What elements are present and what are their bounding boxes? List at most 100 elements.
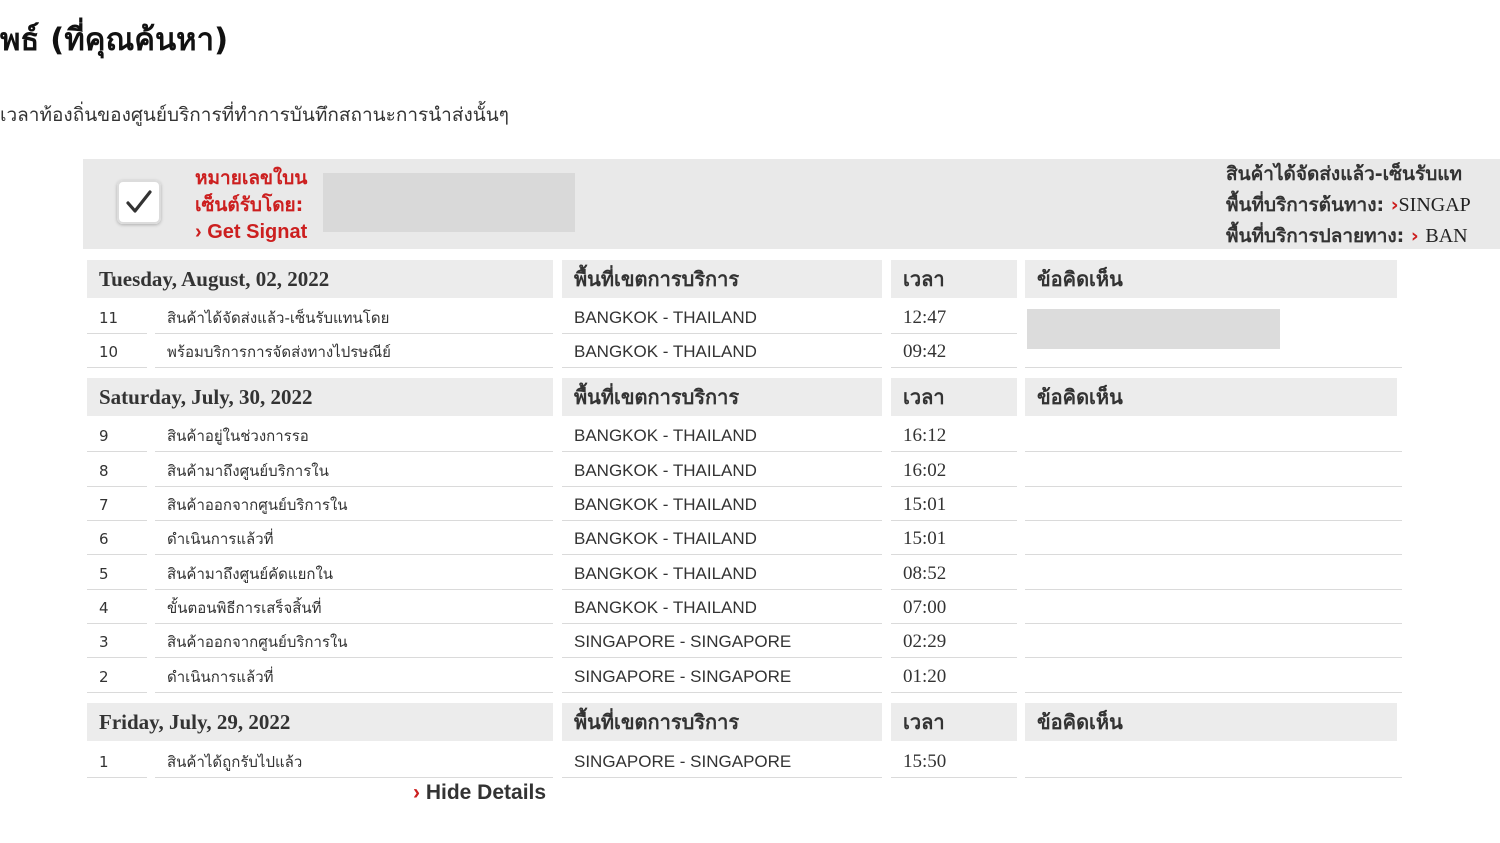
row-divider [562, 333, 882, 334]
hide-details-label: Hide Details [425, 781, 547, 804]
row-divider [155, 657, 553, 658]
destination-value[interactable]: BAN [1425, 225, 1467, 247]
page-subtitle: เวลาท้องถิ่นของศูนย์บริการที่ทำการบันทึก… [0, 104, 509, 126]
event-time: 08:52 [903, 562, 947, 584]
get-signature-link-label: Get Signat [207, 221, 308, 243]
event-time: 15:50 [903, 750, 947, 772]
row-divider [891, 692, 1017, 693]
table-row: 5 สินค้ามาถึงศูนย์คัดแยกใน BANGKOK - THA… [87, 557, 1402, 590]
table-row: 8 สินค้ามาถึงศูนย์บริการใน BANGKOK - THA… [87, 454, 1402, 487]
row-divider [1025, 367, 1402, 368]
event-number: 5 [99, 564, 109, 583]
event-location: BANGKOK - THAILAND [574, 528, 757, 548]
event-number: 11 [99, 308, 119, 327]
event-number: 9 [99, 426, 109, 445]
event-description: สินค้ามาถึงศูนย์บริการใน [167, 461, 329, 480]
row-divider [1025, 554, 1402, 555]
event-time: 09:42 [903, 340, 947, 362]
row-divider [1025, 777, 1402, 778]
event-number: 2 [99, 667, 109, 686]
origin-value[interactable]: SINGAP [1399, 194, 1471, 216]
event-time: 07:00 [903, 596, 947, 618]
row-divider [1025, 520, 1402, 521]
location-header: พื้นที่เขตการบริการ [562, 703, 882, 741]
row-divider [1025, 451, 1402, 452]
row-divider [155, 486, 553, 487]
event-time: 15:01 [903, 493, 947, 515]
row-divider [891, 451, 1017, 452]
row-divider [1025, 692, 1402, 693]
event-description: สินค้ามาถึงศูนย์คัดแยกใน [167, 564, 334, 583]
row-divider [87, 777, 147, 778]
redacted-region [323, 173, 575, 232]
row-divider [87, 623, 147, 624]
row-divider [155, 451, 553, 452]
event-description: สินค้าได้ถูกรับไปแล้ว [167, 752, 303, 771]
event-time: 15:01 [903, 527, 947, 549]
page-title: พธ์ (ที่คุณค้นหา) [0, 22, 229, 58]
row-divider [87, 451, 147, 452]
time-header: เวลา [891, 260, 1017, 298]
event-location: BANGKOK - THAILAND [574, 494, 757, 514]
comments-header: ข้อคิดเห็น [1025, 260, 1397, 298]
row-divider [891, 486, 1017, 487]
event-time: 16:02 [903, 459, 947, 481]
event-description: สินค้าออกจากศูนย์บริการใน [167, 632, 348, 651]
table-row: 1 สินค้าได้ถูกรับไปแล้ว SINGAPORE - SING… [87, 745, 1402, 778]
row-divider [87, 333, 147, 334]
event-number: 6 [99, 529, 109, 548]
waybill-label: หมายเลขใบน [195, 167, 308, 189]
origin-label: พื้นที่บริการต้นทาง: [1226, 194, 1385, 216]
arrow-right-icon: › [195, 221, 202, 243]
row-divider [891, 777, 1017, 778]
event-number: 8 [99, 461, 109, 480]
row-divider [562, 520, 882, 521]
hide-details-link[interactable]: › Hide Details [413, 781, 546, 805]
checkmark-icon [117, 180, 161, 224]
table-row: 9 สินค้าอยู่ในช่วงการรอ BANGKOK - THAILA… [87, 419, 1402, 452]
row-divider [155, 520, 553, 521]
time-header: เวลา [891, 378, 1017, 416]
arrow-right-icon: › [1390, 194, 1399, 216]
row-divider [87, 367, 147, 368]
delivery-status: สินค้าได้จัดส่งแล้ว-เซ็นรับแท [1226, 163, 1463, 185]
event-description: ขั้นตอนพิธีการเสร็จสิ้นที่ [167, 598, 322, 617]
origin-line: พื้นที่บริการต้นทาง: ›SINGAP [1226, 190, 1471, 221]
event-location: BANGKOK - THAILAND [574, 460, 757, 480]
event-number: 1 [99, 752, 109, 771]
event-number: 10 [99, 342, 119, 361]
arrow-right-icon: › [1410, 225, 1419, 247]
redacted-comment [1027, 309, 1280, 349]
shipment-summary: หมายเลขใบน เซ็นต์รับโดย: › Get Signat สิ… [83, 159, 1500, 249]
destination-label: พื้นที่บริการปลายทาง: [1226, 225, 1405, 247]
row-divider [562, 623, 882, 624]
row-divider [891, 554, 1017, 555]
table-row: 2 ดำเนินการแล้วที่ SINGAPORE - SINGAPORE… [87, 660, 1402, 693]
row-divider [562, 589, 882, 590]
row-divider [155, 623, 553, 624]
row-divider [562, 657, 882, 658]
row-divider [1025, 486, 1402, 487]
comments-header: ข้อคิดเห็น [1025, 703, 1397, 741]
event-number: 7 [99, 495, 109, 514]
day-date: Tuesday, August, 02, 2022 [87, 260, 553, 298]
get-signature-link[interactable]: › Get Signat [195, 219, 307, 246]
table-row: 3 สินค้าออกจากศูนย์บริการใน SINGAPORE - … [87, 625, 1402, 658]
row-divider [562, 777, 882, 778]
event-time: 12:47 [903, 306, 947, 328]
row-divider [155, 367, 553, 368]
event-location: BANGKOK - THAILAND [574, 563, 757, 583]
row-divider [87, 486, 147, 487]
event-location: BANGKOK - THAILAND [574, 341, 757, 361]
event-description: ดำเนินการแล้วที่ [167, 529, 274, 548]
row-divider [891, 520, 1017, 521]
event-description: สินค้าอยู่ในช่วงการรอ [167, 426, 309, 445]
row-divider [562, 451, 882, 452]
day-date: Saturday, July, 30, 2022 [87, 378, 553, 416]
event-number: 4 [99, 598, 109, 617]
event-location: SINGAPORE - SINGAPORE [574, 631, 792, 651]
arrow-right-icon: › [413, 781, 420, 804]
event-description: พร้อมบริการการจัดส่งทางไปรษณีย์ [167, 342, 391, 361]
row-divider [891, 657, 1017, 658]
row-divider [562, 486, 882, 487]
